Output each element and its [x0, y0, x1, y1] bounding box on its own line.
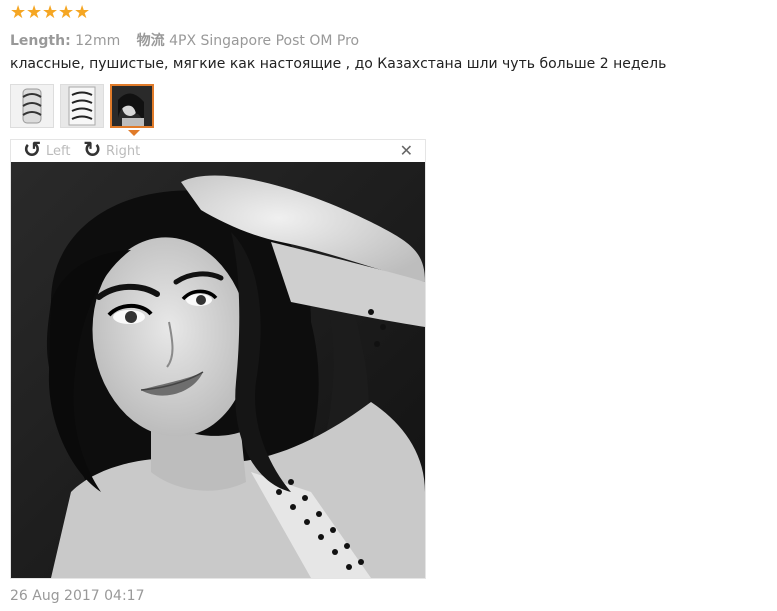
star-icon: ★ [74, 2, 91, 23]
rotate-right-button[interactable]: ↻ Right [83, 138, 141, 163]
thumbnail-1[interactable] [10, 84, 54, 128]
star-icon: ★ [10, 2, 27, 23]
close-icon[interactable]: ✕ [400, 143, 413, 159]
logistics-label: 物流 [136, 33, 165, 49]
review-item: ★ ★ ★ ★ ★ Length: 12mm 物流 4PX Singapore … [0, 0, 777, 611]
viewer-toolbar: ↺ Left ↻ Right ✕ [11, 140, 425, 162]
star-icon: ★ [42, 2, 59, 23]
length-value: 12mm [75, 33, 121, 49]
photo-viewer: ↺ Left ↻ Right ✕ [10, 139, 426, 579]
review-photo-image [11, 162, 425, 578]
thumbnail-3[interactable] [110, 84, 154, 128]
review-date: 26 Aug 2017 04:17 [10, 588, 145, 604]
photo-thumbnails [10, 84, 154, 128]
logistics-value: 4PX Singapore Post OM Pro [169, 33, 360, 49]
star-icon: ★ [58, 2, 75, 23]
star-icon: ★ [26, 2, 43, 23]
rotate-left-label: Left [46, 143, 71, 159]
length-label: Length: [10, 33, 71, 49]
rating-stars: ★ ★ ★ ★ ★ [10, 2, 91, 23]
review-text: классные, пушистые, мягкие как настоящие… [10, 56, 667, 72]
thumbnail-2[interactable] [60, 84, 104, 128]
review-photo [11, 162, 425, 578]
rotate-left-icon: ↺ [23, 138, 42, 163]
rotate-right-icon: ↻ [83, 138, 102, 163]
active-thumbnail-indicator [128, 130, 140, 136]
rotate-right-label: Right [106, 143, 141, 159]
rotate-left-button[interactable]: ↺ Left [23, 138, 71, 163]
review-meta: Length: 12mm 物流 4PX Singapore Post OM Pr… [10, 30, 359, 50]
